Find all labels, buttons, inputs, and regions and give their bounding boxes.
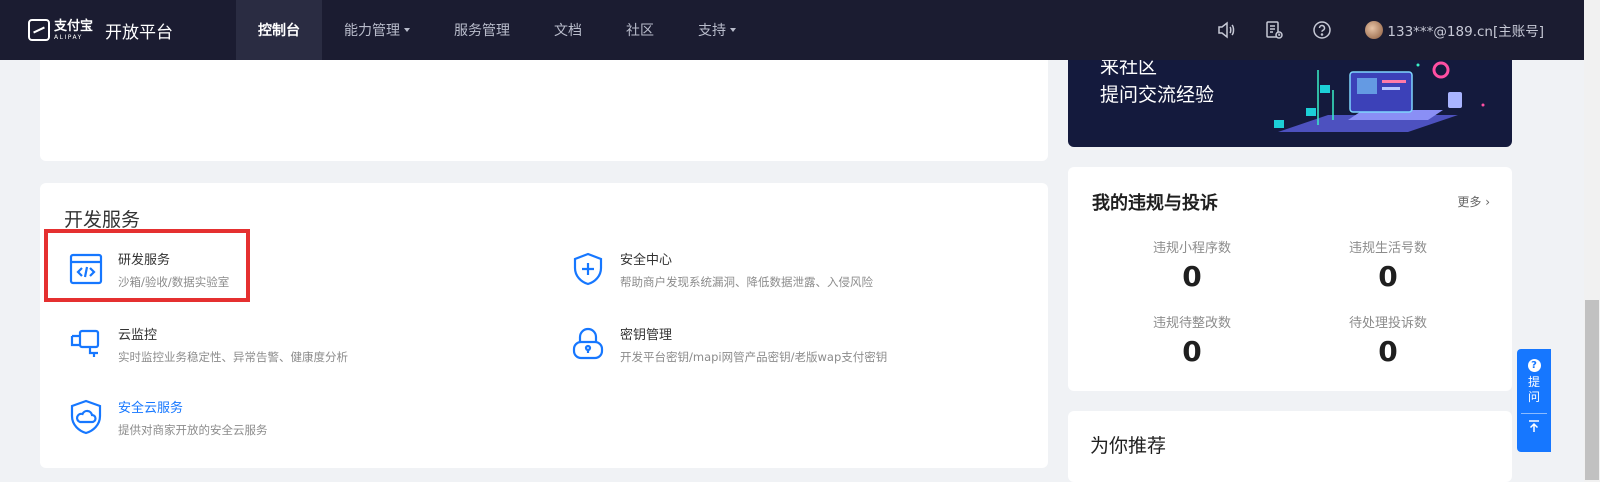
more-label: 更多 [1457, 195, 1482, 209]
nav-console[interactable]: 控制台 [236, 0, 322, 60]
speaker-icon[interactable] [1215, 19, 1237, 41]
recommend-title: 为你推荐 [1090, 435, 1167, 457]
code-window-icon [69, 253, 103, 285]
logo-wordmark: 支付宝 ALIPAY [54, 20, 93, 41]
shield-cloud-icon [70, 399, 102, 435]
service-desc: 提供对商家开放的安全云服务 [118, 423, 268, 437]
ask-question-float[interactable]: ? 提问 [1517, 349, 1551, 452]
nav-docs[interactable]: 文档 [532, 0, 604, 60]
service-name: 安全中心 [620, 253, 673, 268]
service-security-cloud[interactable]: 安全云服务 提供对商家开放的安全云服务 [68, 399, 268, 438]
nav-community-label: 社区 [626, 23, 654, 39]
stat-lifeaccount[interactable]: 违规生活号数 0 [1288, 237, 1488, 293]
service-desc: 帮助商户发现系统漏洞、降低数据泄露、入侵风险 [620, 275, 873, 289]
nav-service-manage[interactable]: 服务管理 [432, 0, 532, 60]
nav-support[interactable]: 支持 [676, 0, 758, 60]
chevron-right-icon: › [1485, 195, 1490, 209]
alipay-logo-icon [28, 19, 50, 41]
main-nav: 控制台 能力管理 服务管理 文档 社区 支持 [236, 0, 758, 60]
stat-pending-complaints[interactable]: 待处理投诉数 0 [1288, 312, 1488, 368]
service-name: 安全云服务 [118, 401, 184, 416]
divider [1521, 413, 1547, 414]
user-account[interactable]: 133***@189.cn[主账号] [1365, 20, 1544, 40]
platform-title: 开放平台 [105, 22, 174, 43]
violations-title: 我的违规与投诉 [1092, 193, 1218, 214]
stat-miniapp[interactable]: 违规小程序数 0 [1092, 237, 1292, 293]
stat-label: 违规生活号数 [1348, 241, 1427, 256]
service-cloud-monitor[interactable]: 云监控 实时监控业务稳定性、异常告警、健康度分析 [68, 326, 348, 365]
banner-line1: 来社区 [1100, 60, 1158, 78]
back-to-top-icon[interactable] [1527, 419, 1541, 433]
nav-right: 133***@189.cn[主账号] [1215, 0, 1584, 60]
stat-value: 0 [1378, 260, 1398, 293]
help-icon[interactable] [1311, 19, 1333, 41]
violations-card: 我的违规与投诉 更多 › 违规小程序数 0 违规生活号数 0 违规待整改数 0 … [1068, 167, 1512, 391]
nav-docs-label: 文档 [554, 23, 582, 39]
logo-cn: 支付宝 [54, 18, 94, 34]
nav-support-label: 支持 [698, 23, 726, 39]
service-rd[interactable]: 研发服务 沙箱/验收/数据实验室 [68, 251, 229, 290]
banner-illustration [1274, 61, 1485, 132]
stat-label: 违规小程序数 [1152, 241, 1231, 256]
stat-value: 0 [1378, 335, 1398, 368]
service-desc: 开发平台密钥/mapi网管产品密钥/老版wap支付密钥 [620, 350, 888, 364]
nav-service-manage-label: 服务管理 [454, 23, 510, 39]
stat-pending-fix[interactable]: 违规待整改数 0 [1092, 312, 1292, 368]
service-desc: 实时监控业务稳定性、异常告警、健康度分析 [118, 350, 348, 364]
stat-label: 违规待整改数 [1152, 316, 1231, 331]
dev-services-title: 开发服务 [64, 209, 141, 231]
chevron-down-icon [730, 28, 736, 32]
service-name: 研发服务 [118, 253, 171, 268]
nav-capability[interactable]: 能力管理 [322, 0, 432, 60]
chevron-down-icon [404, 28, 410, 32]
user-name: 133***@189.cn[主账号] [1387, 24, 1544, 40]
monitor-camera-icon [70, 329, 100, 357]
stat-value: 0 [1182, 260, 1202, 293]
notice-list-icon[interactable] [1263, 19, 1285, 41]
service-security-center[interactable]: 安全中心 帮助商户发现系统漏洞、降低数据泄露、入侵风险 [570, 251, 873, 290]
avatar [1365, 21, 1384, 39]
logo-en: ALIPAY [54, 33, 83, 41]
stat-label: 待处理投诉数 [1348, 316, 1427, 331]
banner-line2: 提问交流经验 [1100, 84, 1215, 106]
service-name: 密钥管理 [620, 328, 673, 343]
more-link[interactable]: 更多 › [1457, 193, 1490, 210]
recommend-card: 为你推荐 [1068, 411, 1512, 482]
nav-console-label: 控制台 [258, 23, 300, 39]
shield-plus-icon [573, 252, 603, 286]
top-navbar: 支付宝 ALIPAY 开放平台 控制台 能力管理 服务管理 文档 社区 支持 1… [0, 0, 1584, 60]
nav-community[interactable]: 社区 [604, 0, 676, 60]
service-desc: 沙箱/验收/数据实验室 [118, 275, 230, 289]
dev-services-card: 开发服务 研发服务 沙箱/验收/数据实验室 安全中心 帮助商户发现系统漏洞、降低… [40, 183, 1048, 468]
question-icon: ? [1527, 359, 1541, 372]
service-name: 云监控 [118, 328, 158, 343]
nav-capability-label: 能力管理 [344, 23, 400, 39]
ask-label: 提问 [1528, 375, 1541, 404]
previous-card [40, 60, 1048, 161]
stat-value: 0 [1182, 335, 1202, 368]
scrollbar-thumb[interactable] [1585, 300, 1599, 480]
alipay-logo[interactable]: 支付宝 ALIPAY 开放平台 [28, 18, 208, 43]
community-banner[interactable]: 来社区 提问交流经验 [1068, 60, 1512, 147]
lock-icon [572, 327, 604, 360]
service-key-manage[interactable]: 密钥管理 开发平台密钥/mapi网管产品密钥/老版wap支付密钥 [570, 326, 887, 365]
